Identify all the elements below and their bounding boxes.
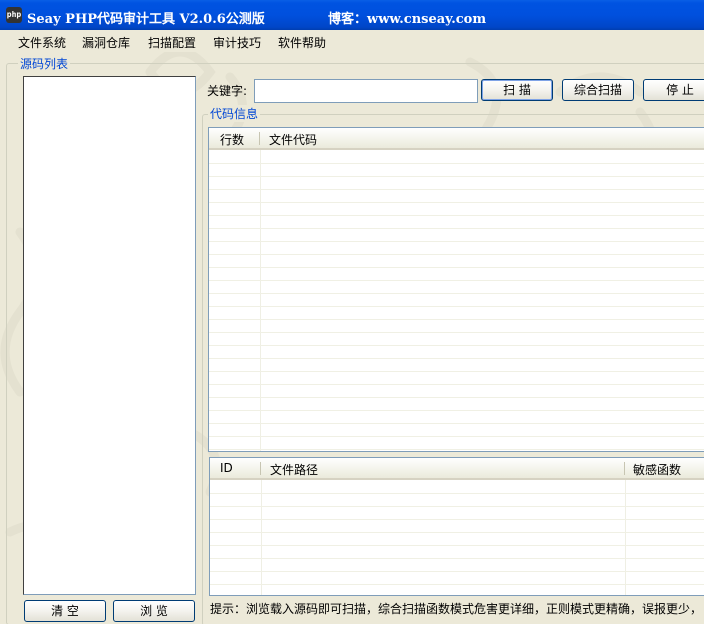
- grid-row-line: [209, 293, 704, 294]
- grid-row-line: [209, 215, 704, 216]
- code-info-grid[interactable]: 行数 文件代码: [208, 127, 704, 452]
- grid-row-line: [210, 506, 704, 507]
- results-grid[interactable]: ID 文件路径 敏感函数: [209, 457, 704, 596]
- grid-row-line: [209, 319, 704, 320]
- grid-row-line: [209, 358, 704, 359]
- keyword-input[interactable]: [254, 79, 478, 103]
- code-info-header: 行数 文件代码: [209, 128, 704, 150]
- grid-row-line: [209, 410, 704, 411]
- hint-text: 提示：浏览载入源码即可扫描，综合扫描函数模式危害更详细，正则模式更精确，误报更少…: [210, 602, 703, 616]
- grid-row-line: [209, 202, 704, 203]
- grid-row-line: [210, 519, 704, 520]
- title-bar[interactable]: php Seay PHP代码审计工具 V2.0.6公测版 博客：www.cnse…: [0, 0, 704, 30]
- grid-row-line: [209, 189, 704, 190]
- source-file-list[interactable]: [23, 76, 196, 595]
- grid-row-line: [209, 280, 704, 281]
- stop-button[interactable]: 停 止: [643, 79, 704, 101]
- grid-row-line: [209, 332, 704, 333]
- grid-row-line: [210, 493, 704, 494]
- client-area: 源码列表 清 空 浏 览 关键字: 扫 描 综合扫描 停 止 代码信息 行数 文…: [0, 52, 704, 624]
- grid-row-line: [209, 371, 704, 372]
- grid-row-line: [209, 267, 704, 268]
- col-id[interactable]: ID: [220, 461, 233, 475]
- grid-row-line: [210, 545, 704, 546]
- grid-row-line: [209, 436, 704, 437]
- grid-row-line: [209, 345, 704, 346]
- blog-url: 博客：www.cnseay.com: [328, 12, 487, 27]
- source-list-label: 源码列表: [18, 55, 71, 72]
- menu-vuln-repo[interactable]: 漏洞仓库: [82, 34, 130, 51]
- browse-button[interactable]: 浏 览: [113, 600, 195, 622]
- grid-row-line: [209, 254, 704, 255]
- keyword-label: 关键字:: [207, 84, 248, 98]
- clear-button[interactable]: 清 空: [24, 600, 106, 622]
- grid-row-line: [209, 228, 704, 229]
- window-title: Seay PHP代码审计工具 V2.0.6公测版: [27, 12, 265, 27]
- grid-row-line: [209, 176, 704, 177]
- col-file-path[interactable]: 文件路径: [270, 461, 318, 478]
- grid-row-line: [210, 584, 704, 585]
- scan-button[interactable]: 扫 描: [481, 79, 553, 101]
- col-sensitive-function[interactable]: 敏感函数: [633, 461, 681, 478]
- php-app-icon: php: [6, 7, 22, 23]
- col-file-code[interactable]: 文件代码: [269, 131, 317, 148]
- menu-file-system[interactable]: 文件系统: [18, 34, 66, 51]
- menu-scan-config[interactable]: 扫描配置: [148, 34, 196, 51]
- grid-row-line: [209, 306, 704, 307]
- code-info-label: 代码信息: [208, 105, 261, 122]
- menu-audit-tips[interactable]: 审计技巧: [213, 34, 261, 51]
- grid-row-line: [209, 397, 704, 398]
- grid-row-line: [209, 241, 704, 242]
- col-line-number[interactable]: 行数: [220, 131, 244, 148]
- menu-bar: 文件系统 漏洞仓库 扫描配置 审计技巧 软件帮助: [0, 30, 704, 52]
- grid-row-line: [210, 558, 704, 559]
- results-header: ID 文件路径 敏感函数: [210, 458, 704, 480]
- grid-row-line: [209, 384, 704, 385]
- menu-help[interactable]: 软件帮助: [278, 34, 326, 51]
- full-scan-button[interactable]: 综合扫描: [562, 79, 634, 101]
- grid-row-line: [209, 423, 704, 424]
- grid-row-line: [210, 532, 704, 533]
- grid-row-line: [209, 449, 704, 450]
- grid-row-line: [210, 571, 704, 572]
- grid-row-line: [209, 163, 704, 164]
